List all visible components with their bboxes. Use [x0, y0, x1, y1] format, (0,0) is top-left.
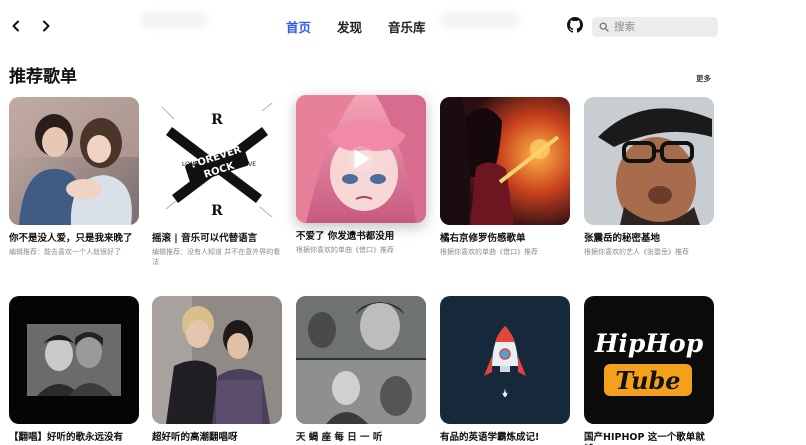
play-button[interactable] [348, 146, 374, 172]
rock-forever-logo: R R FOREVER ROCK LONG LIVE [152, 97, 282, 225]
rocket-icon [440, 296, 570, 424]
playlist-title[interactable]: 你不是没人爱，只是我来晚了 [9, 233, 139, 245]
playlist-card[interactable]: 有品的英语学霸炼成记! [440, 296, 570, 444]
playlist-cover[interactable] [440, 296, 570, 424]
playlist-cover[interactable] [9, 296, 139, 424]
playlist-subtitle: 根据你喜欢的单曲《借口》推荐 [440, 248, 538, 256]
rock-long-text: LONG [182, 161, 199, 168]
playlist-subtitle: 编辑推荐：能去喜欢一个人就很好了 [9, 248, 121, 256]
playlist-cover[interactable] [9, 97, 139, 225]
playlist-subtitle: 编辑推荐：没有人知道 并不在意外界的看法 [152, 248, 281, 266]
playlist-title[interactable]: 不爱了 你发遗书都没用 [296, 231, 426, 243]
playlist-title[interactable]: 张震岳的秘密基地 [584, 233, 714, 245]
hiphop-text: HipHop [594, 329, 704, 358]
playlist-cover[interactable] [440, 97, 570, 225]
tab-home[interactable]: 首页 [286, 17, 311, 36]
playlist-title[interactable]: 橘右京修罗伤感歌单 [440, 233, 570, 245]
main-tabs: 首页 发现 音乐库 [286, 17, 452, 36]
couple-photo-image [9, 97, 139, 225]
blurred-placeholder [440, 12, 520, 28]
playlist-subtitle: 根据你喜欢的单曲《借口》推荐 [296, 246, 394, 254]
movie-stills-image [296, 296, 426, 424]
playlist-title[interactable]: 天 蝎 座 每 日 一 听 [296, 432, 426, 444]
playlist-card[interactable]: 不爱了 你发遗书都没用 根据你喜欢的单曲《借口》推荐 [296, 95, 426, 255]
back-button[interactable] [6, 16, 26, 36]
playlist-card[interactable]: 天 蝎 座 每 日 一 听 [296, 296, 426, 444]
playlist-subtitle: 根据你喜欢的艺人《张震岳》推荐 [584, 248, 689, 256]
tab-discover[interactable]: 发现 [337, 17, 362, 36]
warrior-art-image [440, 97, 570, 225]
man-with-cap-image [584, 97, 714, 225]
more-link[interactable]: 更多 [696, 73, 711, 84]
tab-library[interactable]: 音乐库 [388, 17, 426, 36]
section-title: 推荐歌单 [9, 67, 77, 87]
playlist-card[interactable]: 你不是没人爱，只是我来晚了 编辑推荐：能去喜欢一个人就很好了 [9, 97, 139, 257]
playlist-title[interactable]: 有品的英语学霸炼成记! [440, 432, 570, 444]
chevron-right-icon [43, 20, 50, 32]
forward-button[interactable] [36, 16, 56, 36]
playlist-cover[interactable] [152, 296, 282, 424]
playlist-title[interactable]: 国产HIPHOP 这一个歌单就够 [584, 432, 714, 445]
rock-live-text: LIVE [243, 161, 256, 168]
playlist-card[interactable]: R R FOREVER ROCK LONG LIVE 摇滚 | 音乐可以代替语言… [152, 97, 282, 267]
playlist-card[interactable]: 张震岳的秘密基地 根据你喜欢的艺人《张震岳》推荐 [584, 97, 714, 257]
playlist-card[interactable]: 超好听的高潮翻唱呀 [152, 296, 282, 444]
playlist-card[interactable]: 橘右京修罗伤感歌单 根据你喜欢的单曲《借口》推荐 [440, 97, 570, 257]
playlist-cover[interactable] [584, 97, 714, 225]
playlist-title[interactable]: 【翻唱】好听的歌永远没有 [9, 432, 139, 444]
playlist-cover[interactable]: R R FOREVER ROCK LONG LIVE [152, 97, 282, 225]
tube-text: Tube [615, 366, 680, 395]
playlist-cover[interactable] [296, 296, 426, 424]
playlist-title[interactable]: 摇滚 | 音乐可以代替语言 [152, 233, 282, 245]
search-box[interactable] [592, 17, 718, 37]
github-icon[interactable] [567, 17, 583, 33]
search-icon [599, 22, 609, 32]
play-icon [354, 149, 370, 169]
playlist-card[interactable]: 【翻唱】好听的歌永远没有 [9, 296, 139, 444]
blurred-placeholder [140, 12, 208, 28]
playlist-title[interactable]: 超好听的高潮翻唱呀 [152, 432, 282, 444]
search-input[interactable] [614, 21, 714, 33]
chevron-left-icon [12, 20, 19, 32]
rock-letter-top: R [211, 112, 223, 128]
playlist-card[interactable]: HipHop Tube 国产HIPHOP 这一个歌单就够 [584, 296, 714, 445]
top-bar: 首页 发现 音乐库 [0, 0, 806, 52]
playlist-cover[interactable] [296, 95, 426, 223]
two-boys-photo-image [152, 296, 282, 424]
bw-couple-image [9, 296, 139, 424]
hiphop-tube-logo: HipHop Tube [584, 296, 714, 424]
rock-letter-bottom: R [211, 203, 223, 219]
playlist-cover[interactable]: HipHop Tube [584, 296, 714, 424]
